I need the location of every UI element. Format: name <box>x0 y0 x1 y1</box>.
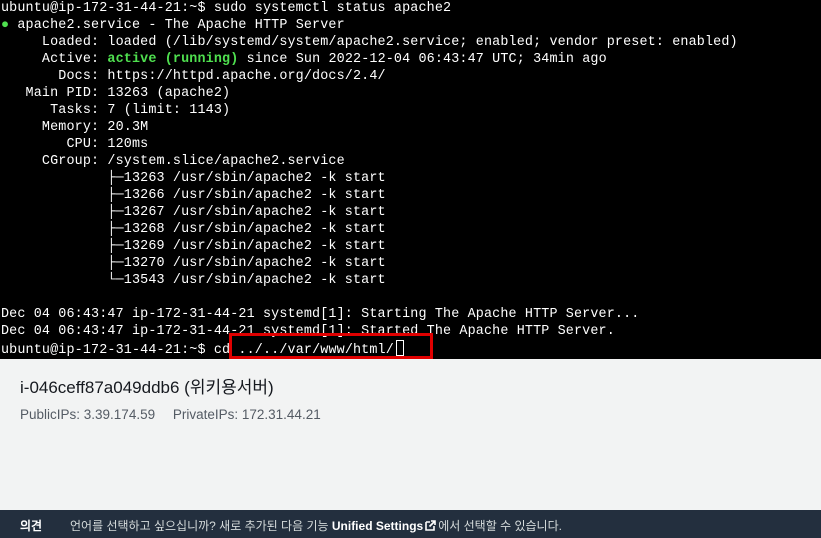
public-ips: PublicIPs: 3.39.174.59 <box>20 407 156 422</box>
language-notice: 언어를 선택하고 싶으십니까? 새로 추가된 다음 기능 Unified Set… <box>70 517 562 535</box>
terminal-process-line: ├─13267 /usr/sbin/apache2 -k start <box>1 205 386 220</box>
terminal-loaded-line: Loaded: loaded (/lib/systemd/system/apac… <box>1 35 738 50</box>
terminal-cpu-line: CPU: 120ms <box>1 137 149 152</box>
private-ips: PrivateIPs: 172.31.44.21 <box>172 407 321 422</box>
terminal-tasks-line: Tasks: 7 (limit: 1143) <box>1 103 231 118</box>
terminal-window[interactable]: ubuntu@ip-172-31-44-21:~$ sudo systemctl… <box>0 0 821 359</box>
terminal-command-line: ubuntu@ip-172-31-44-21:~$ sudo systemctl… <box>1 1 452 16</box>
active-label: Active: <box>1 52 108 67</box>
active-status: active (running) <box>107 52 239 67</box>
instance-info-panel: i-046ceff87a049ddb6 (위키용서버) PublicIPs: 3… <box>0 359 821 510</box>
terminal-docs-line: Docs: https://httpd.apache.org/docs/2.4/ <box>1 69 386 84</box>
terminal-pid-line: Main PID: 13263 (apache2) <box>1 86 231 101</box>
terminal-process-line: ├─13269 /usr/sbin/apache2 -k start <box>1 239 386 254</box>
ip-row: PublicIPs: 3.39.174.59 PrivateIPs: 172.3… <box>20 407 321 422</box>
terminal-process-line: ├─13270 /usr/sbin/apache2 -k start <box>1 256 386 271</box>
terminal-service-line: ● apache2.service - The Apache HTTP Serv… <box>1 17 345 34</box>
terminal-process-line: ├─13266 /usr/sbin/apache2 -k start <box>1 188 386 203</box>
terminal-process-line: └─13543 /usr/sbin/apache2 -k start <box>1 273 386 288</box>
terminal-active-line: Active: active (running) since Sun 2022-… <box>1 51 607 68</box>
footer-bar: 의견 언어를 선택하고 싶으십니까? 새로 추가된 다음 기능 Unified … <box>0 510 821 538</box>
terminal-memory-line: Memory: 20.3M <box>1 120 149 135</box>
active-since: since Sun 2022-12-04 06:43:47 UTC; 34min… <box>246 52 607 67</box>
external-link-icon[interactable] <box>424 519 437 535</box>
instance-title: i-046ceff87a049ddb6 (위키용서버) <box>20 378 274 397</box>
terminal-cgroup-line: CGroup: /system.slice/apache2.service <box>1 154 345 169</box>
service-name: apache2.service - The Apache HTTP Server <box>17 18 345 33</box>
command-highlight-box <box>229 333 433 359</box>
feedback-link[interactable]: 의견 <box>20 517 42 534</box>
status-bullet-icon: ● <box>1 18 10 33</box>
language-notice-text: 언어를 선택하고 싶으십니까? 새로 추가된 다음 기능 <box>70 519 332 533</box>
terminal-log-line: Dec 04 06:43:47 ip-172-31-44-21 systemd[… <box>1 307 640 322</box>
terminal-process-line: ├─13268 /usr/sbin/apache2 -k start <box>1 222 386 237</box>
terminal-process-line: ├─13263 /usr/sbin/apache2 -k start <box>1 171 386 186</box>
unified-settings-link[interactable]: Unified Settings <box>332 519 423 533</box>
terminal-prompt: ubuntu@ip-172-31-44-21:~$ <box>1 343 206 358</box>
language-notice-end: 에서 선택할 수 있습니다. <box>438 519 562 533</box>
